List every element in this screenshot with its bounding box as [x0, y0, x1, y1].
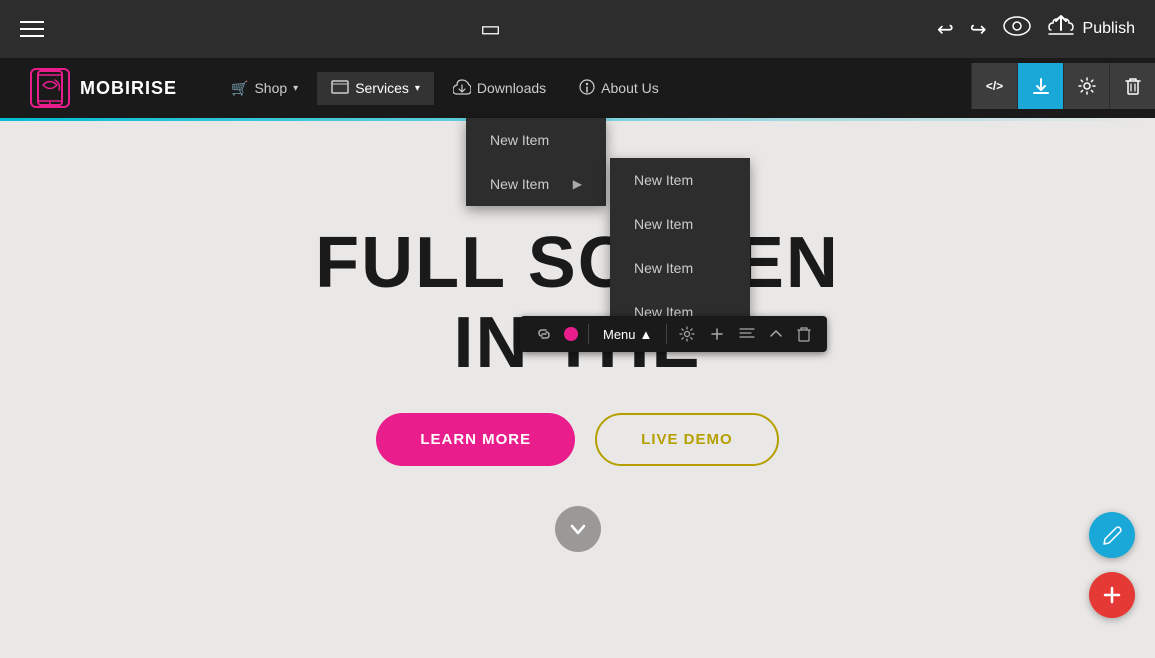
publish-button[interactable]: Publish	[1047, 14, 1135, 44]
redo-icon: ↪	[970, 17, 987, 42]
toolbar-center: ▭	[480, 16, 501, 42]
sub-item-3-label: New Item	[634, 260, 693, 276]
panel-icons: </>	[971, 63, 1155, 109]
dropdown-item-2[interactable]: New Item ▶	[466, 162, 606, 206]
eye-icon	[1003, 16, 1031, 42]
top-toolbar: ▭ ↩ ↪ Publi	[0, 0, 1155, 58]
ft-delete-button[interactable]	[791, 322, 817, 346]
undo-icon: ↩	[937, 17, 954, 42]
ft-divider-1	[588, 324, 589, 344]
cloud-upload-icon	[1047, 14, 1075, 44]
ft-settings-button[interactable]	[673, 322, 701, 346]
submenu-arrow-icon: ▶	[573, 177, 582, 191]
downloads-icon	[453, 78, 471, 99]
nav-item-services[interactable]: Services ▾	[317, 72, 434, 105]
services-icon	[331, 80, 349, 97]
publish-label: Publish	[1083, 20, 1135, 38]
dropdown-item-1-label: New Item	[490, 132, 549, 148]
code-icon-btn[interactable]: </>	[971, 63, 1017, 109]
ft-menu-label-text: Menu	[603, 327, 636, 342]
shop-icon: 🛒	[231, 80, 248, 97]
fab-add-button[interactable]	[1089, 572, 1135, 618]
floating-toolbar: Menu ▲	[520, 316, 827, 352]
settings-icon-btn[interactable]	[1063, 63, 1109, 109]
brand: MOBIRISE	[30, 68, 177, 108]
shop-chevron-icon: ▾	[293, 83, 298, 94]
sub-item-1[interactable]: New Item	[610, 158, 750, 202]
nav-about-label: About Us	[601, 80, 659, 96]
download-icon-btn[interactable]	[1017, 63, 1063, 109]
ft-up-button[interactable]	[763, 323, 789, 345]
trash-icon-btn[interactable]	[1109, 63, 1155, 109]
sub-item-1-label: New Item	[634, 172, 693, 188]
dropdown-item-1[interactable]: New Item	[466, 118, 606, 162]
learn-more-button[interactable]: LEARN MORE	[376, 413, 575, 466]
dropdown-item-2-label: New Item	[490, 176, 549, 192]
ft-text-align-button[interactable]	[733, 323, 761, 345]
live-demo-button[interactable]: LIVE DEMO	[595, 413, 779, 466]
nav-services-label: Services	[355, 80, 409, 96]
sub-item-2[interactable]: New Item	[610, 202, 750, 246]
preview-button[interactable]	[1003, 16, 1031, 42]
services-dropdown: New Item New Item ▶	[466, 118, 606, 206]
ft-menu-chevron-icon: ▲	[640, 327, 653, 342]
ft-menu-selector[interactable]: Menu ▲	[595, 323, 660, 346]
nav-shop-label: Shop	[254, 80, 287, 96]
nav-item-downloads[interactable]: Downloads	[439, 70, 560, 107]
ft-link-button[interactable]	[530, 322, 558, 346]
undo-button[interactable]: ↩	[937, 17, 954, 42]
nav-items: 🛒 Shop ▾ Services ▾ Downloads	[217, 70, 973, 107]
toolbar-right: ↩ ↪ Publish	[937, 14, 1135, 44]
toolbar-left	[20, 21, 44, 37]
brand-logo	[30, 68, 70, 108]
nav-downloads-label: Downloads	[477, 80, 546, 96]
ft-add-button[interactable]	[703, 322, 731, 346]
sub-item-3[interactable]: New Item	[610, 246, 750, 290]
nav-item-about[interactable]: About Us	[565, 71, 673, 106]
fab-edit-button[interactable]	[1089, 512, 1135, 558]
services-chevron-icon: ▾	[415, 83, 420, 94]
scroll-down-button[interactable]	[555, 506, 601, 552]
phone-preview-icon[interactable]: ▭	[480, 16, 501, 42]
hero-title: FULL SCREENIN THE	[315, 224, 840, 382]
hero-buttons: LEARN MORE LIVE DEMO	[376, 413, 778, 466]
services-subdropdown: New Item New Item New Item New Item	[610, 158, 750, 334]
brand-name: MOBIRISE	[80, 78, 177, 99]
ft-divider-2	[666, 324, 667, 344]
nav-item-shop[interactable]: 🛒 Shop ▾	[217, 72, 312, 105]
redo-button[interactable]: ↪	[970, 17, 987, 42]
menu-icon[interactable]	[20, 21, 44, 37]
ft-color-dot[interactable]	[564, 327, 578, 341]
sub-item-2-label: New Item	[634, 216, 693, 232]
about-icon	[579, 79, 595, 98]
